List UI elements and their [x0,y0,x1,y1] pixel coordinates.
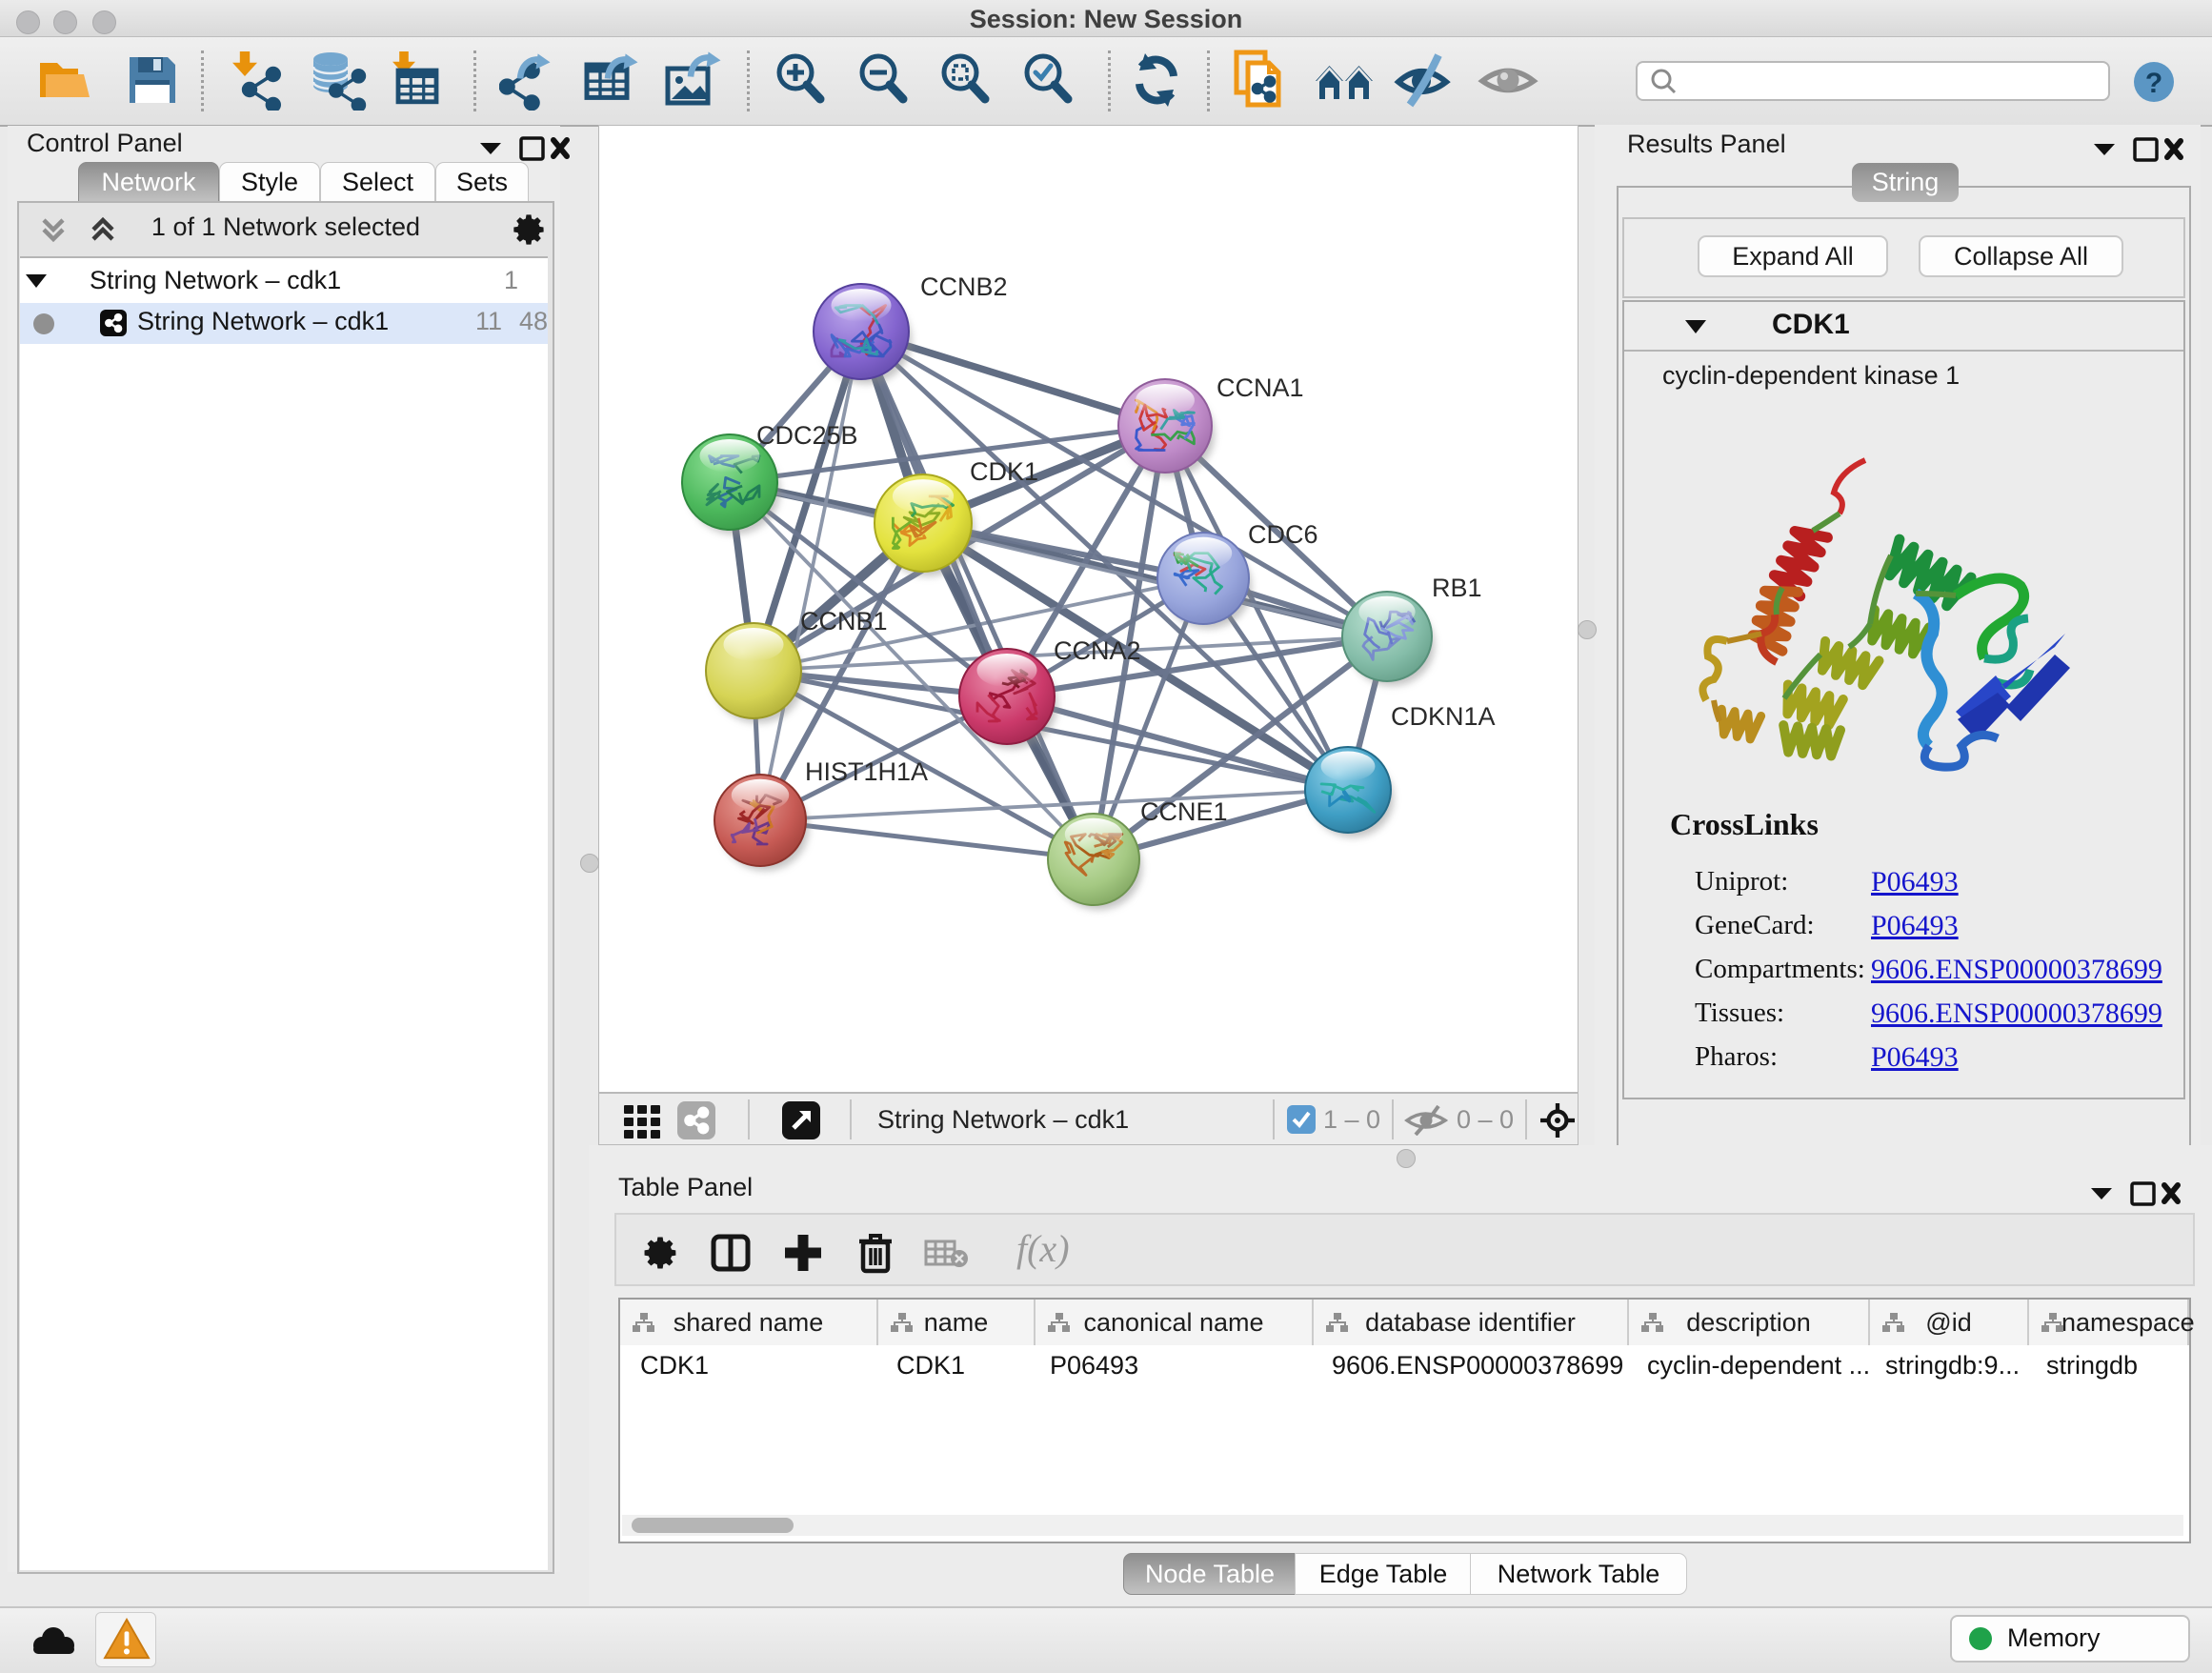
svg-text:CDK1: CDK1 [970,457,1038,486]
svg-text:CCNB1: CCNB1 [800,607,888,635]
svg-text:CDC25B: CDC25B [756,421,858,450]
svg-text:RB1: RB1 [1432,574,1482,602]
svg-text:CDC6: CDC6 [1248,520,1318,549]
svg-text:CDKN1A: CDKN1A [1391,702,1496,731]
svg-text:CCNE1: CCNE1 [1140,797,1228,826]
svg-text:?: ? [2145,68,2162,99]
svg-text:CCNA1: CCNA1 [1217,373,1304,402]
svg-text:HIST1H1A: HIST1H1A [805,757,928,786]
svg-text:CCNA2: CCNA2 [1054,636,1141,665]
svg-text:CCNB2: CCNB2 [920,272,1008,301]
